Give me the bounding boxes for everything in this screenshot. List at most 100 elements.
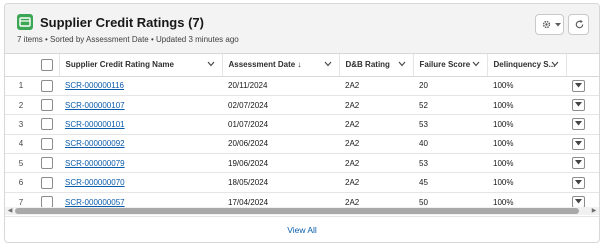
row-action-cell bbox=[566, 115, 599, 134]
chevron-down-icon[interactable] bbox=[207, 61, 215, 67]
name-cell: SCR-000000101 bbox=[59, 115, 222, 134]
row-checkbox[interactable] bbox=[41, 118, 53, 131]
row-number-header bbox=[5, 54, 37, 77]
row-number: 1 bbox=[18, 81, 24, 91]
delinquency-cell: 100% bbox=[493, 139, 514, 149]
assessment-date-cell: 18/05/2024 bbox=[228, 178, 269, 188]
name-cell: SCR-000000070 bbox=[59, 173, 222, 192]
card-subtitle: 7 items • Sorted by Assessment Date • Up… bbox=[17, 35, 239, 44]
chevron-down-icon bbox=[575, 179, 582, 185]
record-link[interactable]: SCR-000000116 bbox=[59, 81, 124, 90]
row-action-button[interactable] bbox=[572, 176, 585, 189]
row-checkbox[interactable] bbox=[41, 176, 53, 189]
failure-score-cell: 20 bbox=[419, 81, 428, 91]
record-link[interactable]: SCR-000000092 bbox=[59, 139, 125, 148]
name-cell: SCR-000000079 bbox=[59, 154, 222, 173]
assessment-date-cell: 02/07/2024 bbox=[228, 100, 269, 110]
assessment-date-cell: 01/07/2024 bbox=[228, 119, 269, 129]
table-header-row: Supplier Credit Rating Name Assessment D… bbox=[5, 54, 599, 77]
horizontal-scrollbar[interactable]: ◀ ▶ bbox=[5, 207, 599, 215]
record-link[interactable]: SCR-000000107 bbox=[59, 101, 125, 110]
row-number: 6 bbox=[18, 178, 24, 188]
row-select-cell bbox=[37, 134, 59, 153]
table-row: 1 SCR-000000116 20/11/2024 2A2 20 100% bbox=[5, 76, 599, 96]
failure-score-cell: 52 bbox=[419, 100, 428, 110]
refresh-icon bbox=[575, 19, 584, 29]
failure-score-cell: 40 bbox=[419, 139, 428, 149]
table-row: 3 SCR-000000101 01/07/2024 2A2 53 100% bbox=[5, 115, 599, 135]
row-action-button[interactable] bbox=[572, 157, 585, 170]
select-all-header bbox=[37, 54, 59, 77]
chevron-down-icon[interactable] bbox=[324, 61, 332, 67]
column-header-assessment-date[interactable]: Assessment Date ↓ bbox=[221, 54, 339, 77]
table-row: 5 SCR-000000079 19/06/2024 2A2 53 100% bbox=[5, 154, 599, 173]
dnb-rating-cell: 2A2 bbox=[345, 139, 360, 149]
name-cell: SCR-000000107 bbox=[59, 95, 222, 114]
column-header-delinquency[interactable]: Delinquency S... bbox=[486, 54, 566, 77]
scrollbar-thumb[interactable] bbox=[15, 208, 579, 214]
row-checkbox[interactable] bbox=[41, 79, 53, 92]
row-number: 3 bbox=[18, 119, 24, 129]
dnb-rating-cell: 2A2 bbox=[345, 178, 360, 188]
list-settings-button[interactable] bbox=[535, 14, 564, 35]
chevron-down-icon bbox=[575, 121, 582, 126]
row-action-cell bbox=[566, 134, 599, 153]
record-link[interactable]: SCR-000000101 bbox=[59, 120, 125, 129]
chevron-down-icon[interactable] bbox=[472, 61, 480, 67]
row-checkbox[interactable] bbox=[41, 157, 53, 170]
name-cell: SCR-000000116 bbox=[59, 76, 222, 95]
dnb-rating-cell: 2A2 bbox=[345, 119, 360, 129]
chevron-down-icon bbox=[575, 82, 582, 88]
view-all-link[interactable]: View All bbox=[287, 225, 317, 235]
row-select-cell bbox=[37, 173, 59, 192]
row-number: 2 bbox=[18, 100, 24, 110]
delinquency-cell: 100% bbox=[493, 119, 514, 129]
failure-score-cell: 45 bbox=[419, 178, 428, 188]
ratings-table: Supplier Credit Rating Name Assessment D… bbox=[5, 54, 599, 212]
column-header-failure-score[interactable]: Failure Score bbox=[412, 54, 487, 77]
row-checkbox[interactable] bbox=[41, 99, 53, 112]
scroll-right-icon[interactable]: ▶ bbox=[590, 207, 598, 215]
row-action-cell bbox=[566, 95, 599, 114]
card-footer: View All bbox=[5, 216, 599, 242]
delinquency-cell: 100% bbox=[493, 100, 514, 110]
assessment-date-cell: 20/11/2024 bbox=[228, 81, 268, 91]
record-link[interactable]: SCR-000000057 bbox=[59, 198, 125, 207]
delinquency-cell: 100% bbox=[493, 81, 514, 91]
delinquency-cell: 100% bbox=[493, 158, 514, 168]
table-row: 6 SCR-000000070 18/05/2024 2A2 45 100% bbox=[5, 173, 599, 193]
card-title[interactable]: Supplier Credit Ratings (7) bbox=[40, 15, 204, 30]
refresh-button[interactable] bbox=[568, 14, 589, 35]
failure-score-cell: 53 bbox=[419, 119, 428, 129]
row-checkbox[interactable] bbox=[41, 137, 53, 150]
row-select-cell bbox=[37, 154, 59, 173]
record-link[interactable]: SCR-000000079 bbox=[59, 159, 125, 168]
row-action-cell bbox=[566, 173, 599, 192]
row-actions-header bbox=[565, 54, 599, 77]
dnb-rating-cell: 2A2 bbox=[345, 158, 360, 168]
delinquency-cell: 100% bbox=[493, 178, 514, 188]
table-row: 2 SCR-000000107 02/07/2024 2A2 52 100% bbox=[5, 95, 599, 115]
row-select-cell bbox=[37, 95, 59, 114]
row-select-cell bbox=[37, 76, 59, 95]
chevron-down-icon bbox=[555, 23, 561, 27]
gear-icon bbox=[542, 20, 551, 29]
row-action-button[interactable] bbox=[572, 99, 585, 112]
scroll-left-icon[interactable]: ◀ bbox=[6, 207, 14, 215]
card-header: Supplier Credit Ratings (7) 7 items • So… bbox=[5, 4, 599, 54]
row-number: 4 bbox=[18, 139, 24, 149]
table-row: 4 SCR-000000092 20/06/2024 2A2 40 100% bbox=[5, 134, 599, 154]
name-cell: SCR-000000092 bbox=[59, 134, 222, 153]
column-header-name[interactable]: Supplier Credit Rating Name bbox=[58, 54, 222, 77]
chevron-down-icon[interactable] bbox=[398, 61, 406, 67]
chevron-down-icon[interactable] bbox=[551, 61, 559, 67]
chevron-down-icon bbox=[575, 199, 582, 204]
record-link[interactable]: SCR-000000070 bbox=[59, 178, 125, 187]
select-all-checkbox[interactable] bbox=[41, 58, 53, 71]
assessment-date-cell: 20/06/2024 bbox=[228, 139, 269, 149]
row-action-button[interactable] bbox=[572, 137, 585, 150]
row-select-cell bbox=[37, 115, 59, 134]
row-action-button[interactable] bbox=[572, 79, 585, 92]
row-action-button[interactable] bbox=[572, 118, 585, 131]
column-header-dnb-rating[interactable]: D&B Rating bbox=[338, 54, 413, 77]
